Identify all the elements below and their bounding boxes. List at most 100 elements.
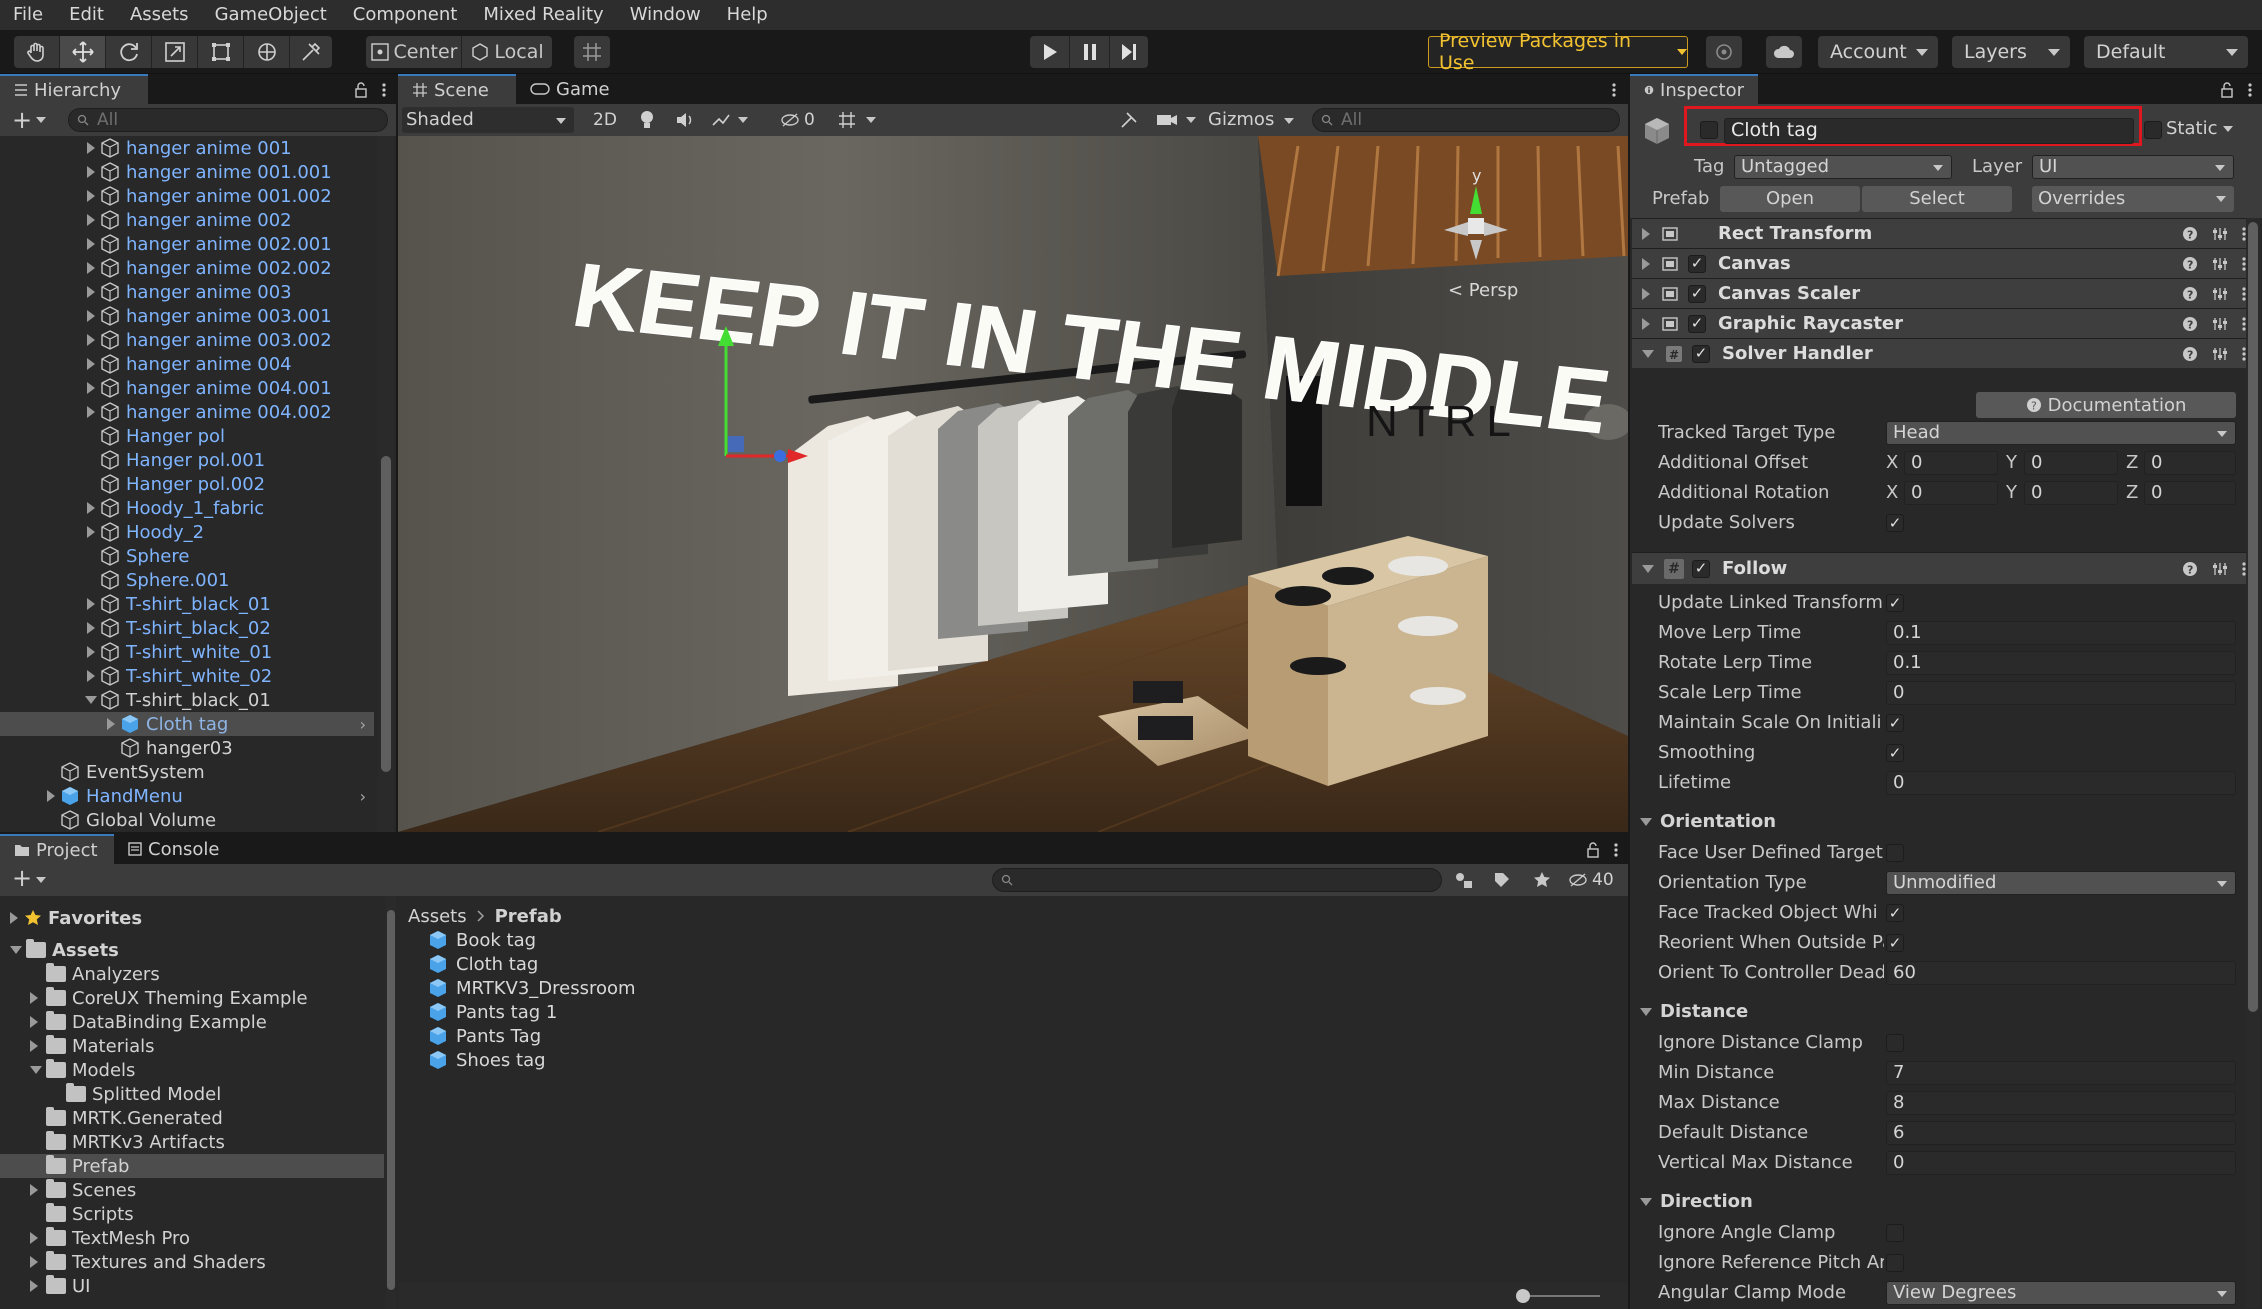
menu-item-mixed-reality[interactable]: Mixed Reality xyxy=(470,0,616,30)
orientation-foldout[interactable]: Orientation xyxy=(1640,811,1776,832)
zoom-slider-thumb[interactable] xyxy=(1516,1289,1530,1303)
orient-controller-field[interactable]: 60 xyxy=(1886,961,2236,985)
foldout-arrow-icon[interactable] xyxy=(84,358,98,370)
component-canvas[interactable]: ✓ Canvas? xyxy=(1632,248,2260,278)
project-folder-row[interactable]: Textures and Shaders xyxy=(0,1250,384,1274)
hierarchy-row[interactable]: hanger anime 002.002 xyxy=(0,256,374,280)
foldout-arrow-icon[interactable] xyxy=(84,262,98,274)
foldout-arrow-icon[interactable] xyxy=(30,1232,46,1244)
lifetime-field[interactable]: 0 xyxy=(1886,771,2236,795)
chevron-down-icon[interactable] xyxy=(866,117,876,123)
zoom-slider-track[interactable] xyxy=(1520,1295,1600,1297)
foldout-arrow-icon[interactable] xyxy=(1642,227,1650,240)
help-icon[interactable]: ? xyxy=(2182,316,2198,332)
active-checkbox[interactable] xyxy=(1700,121,1718,139)
foldout-arrow-icon[interactable] xyxy=(84,214,98,226)
foldout-arrow-icon[interactable] xyxy=(84,406,98,418)
hierarchy-row[interactable]: Hoody_2 xyxy=(0,520,374,544)
hierarchy-row[interactable]: hanger anime 003.001 xyxy=(0,304,374,328)
offset-z-field[interactable]: 0 xyxy=(2144,451,2236,475)
chevron-right-icon[interactable]: › xyxy=(360,787,366,806)
hidden-packages-toggle[interactable]: 40 xyxy=(1568,868,1624,892)
angular-clamp-mode-dropdown[interactable]: View Degrees xyxy=(1886,1281,2236,1305)
pause-icon[interactable] xyxy=(1070,36,1110,68)
menu-item-edit[interactable]: Edit xyxy=(56,0,117,30)
shading-mode-dropdown[interactable]: Shaded xyxy=(402,107,574,133)
hierarchy-row[interactable]: T-shirt_white_01 xyxy=(0,640,374,664)
chevron-down-icon[interactable] xyxy=(1186,117,1196,123)
min-distance-field[interactable]: 7 xyxy=(1886,1061,2236,1085)
project-folder-row[interactable]: CoreUX Theming Example xyxy=(0,986,384,1010)
hierarchy-row[interactable]: Sphere.001 xyxy=(0,568,374,592)
inspector-scrollbar[interactable] xyxy=(2246,218,2260,1308)
pivot-local-button[interactable]: Local xyxy=(462,36,552,68)
project-folder-row[interactable]: TextMesh Pro xyxy=(0,1226,384,1250)
rotation-y-field[interactable]: 0 xyxy=(2024,481,2118,505)
foldout-arrow-icon[interactable] xyxy=(84,502,98,514)
prefab-select-button[interactable]: Select xyxy=(1862,186,2012,212)
hierarchy-row[interactable]: hanger03 xyxy=(0,736,374,760)
presets-icon[interactable] xyxy=(2212,561,2228,577)
move-tool-icon[interactable] xyxy=(60,36,106,68)
audio-icon[interactable] xyxy=(672,107,698,133)
hierarchy-row[interactable]: hanger anime 002 xyxy=(0,208,374,232)
rotation-z-field[interactable]: 0 xyxy=(2144,481,2236,505)
foldout-arrow-icon[interactable] xyxy=(84,310,98,322)
object-name-field[interactable]: Cloth tag xyxy=(1724,118,2134,144)
component-enabled-checkbox[interactable]: ✓ xyxy=(1688,284,1706,303)
foldout-arrow-icon[interactable] xyxy=(30,1256,46,1268)
foldout-arrow-icon[interactable] xyxy=(30,992,46,1004)
hierarchy-scrollbar[interactable] xyxy=(378,136,394,832)
reorient-checkbox[interactable]: ✓ xyxy=(1886,934,1904,952)
orientation-type-dropdown[interactable]: Unmodified xyxy=(1886,871,2236,895)
collab-button[interactable] xyxy=(1706,36,1742,68)
update-solvers-checkbox[interactable]: ✓ xyxy=(1886,514,1904,532)
lock-icon[interactable] xyxy=(1586,842,1600,858)
project-folder-row[interactable]: Models xyxy=(0,1058,384,1082)
asset-item[interactable]: Pants tag 1 xyxy=(428,1000,557,1024)
chevron-down-icon[interactable] xyxy=(36,877,46,883)
project-folder-row[interactable]: Prefab xyxy=(0,1154,384,1178)
favorites-row[interactable]: Favorites xyxy=(10,906,142,930)
menu-item-assets[interactable]: Assets xyxy=(117,0,202,30)
presets-icon[interactable] xyxy=(2212,256,2228,272)
menu-item-component[interactable]: Component xyxy=(340,0,471,30)
component-enabled-checkbox[interactable]: ✓ xyxy=(1692,344,1710,363)
effects-icon[interactable] xyxy=(708,107,734,133)
hierarchy-row[interactable]: Hoody_1_fabric xyxy=(0,496,374,520)
help-icon[interactable]: ? xyxy=(2182,286,2198,302)
foldout-arrow-icon[interactable] xyxy=(84,166,98,178)
foldout-arrow-icon[interactable] xyxy=(84,696,98,704)
foldout-arrow-icon[interactable] xyxy=(84,334,98,346)
chevron-down-icon[interactable] xyxy=(738,117,748,123)
rect-tool-icon[interactable] xyxy=(198,36,244,68)
tab-hierarchy[interactable]: Hierarchy xyxy=(0,74,148,104)
foldout-arrow-icon[interactable] xyxy=(1642,349,1654,358)
component-graphic-raycaster[interactable]: ✓ Graphic Raycaster? xyxy=(1632,308,2260,338)
foldout-arrow-icon[interactable] xyxy=(10,946,26,954)
breadcrumb-assets[interactable]: Assets xyxy=(408,906,467,927)
tab-console[interactable]: Console xyxy=(114,834,238,864)
search-by-type-icon[interactable] xyxy=(1452,868,1476,892)
hierarchy-row[interactable]: T-shirt_black_01 xyxy=(0,688,374,712)
hierarchy-row[interactable]: hanger anime 004 xyxy=(0,352,374,376)
offset-x-field[interactable]: 0 xyxy=(1904,451,1998,475)
foldout-arrow-icon[interactable] xyxy=(84,238,98,250)
default-distance-field[interactable]: 6 xyxy=(1886,1121,2236,1145)
component-canvas-scaler[interactable]: ✓ Canvas Scaler? xyxy=(1632,278,2260,308)
hierarchy-row[interactable]: EventSystem xyxy=(0,760,374,784)
project-folder-row[interactable]: Materials xyxy=(0,1034,384,1058)
prefab-open-button[interactable]: Open xyxy=(1720,186,1860,212)
menu-item-window[interactable]: Window xyxy=(617,0,714,30)
help-icon[interactable]: ? xyxy=(2182,346,2198,362)
persp-label[interactable]: < Persp xyxy=(1448,280,1518,301)
layers-dropdown[interactable]: Layers xyxy=(1952,36,2070,68)
foldout-arrow-icon[interactable] xyxy=(30,1184,46,1196)
foldout-arrow-icon[interactable] xyxy=(84,598,98,610)
foldout-arrow-icon[interactable] xyxy=(84,646,98,658)
grid-toggle-icon[interactable] xyxy=(834,107,860,133)
camera-icon[interactable] xyxy=(1152,107,1182,133)
kebab-menu-icon[interactable] xyxy=(1612,82,1616,98)
update-linked-transform-checkbox[interactable]: ✓ xyxy=(1886,594,1904,612)
foldout-arrow-icon[interactable] xyxy=(84,382,98,394)
